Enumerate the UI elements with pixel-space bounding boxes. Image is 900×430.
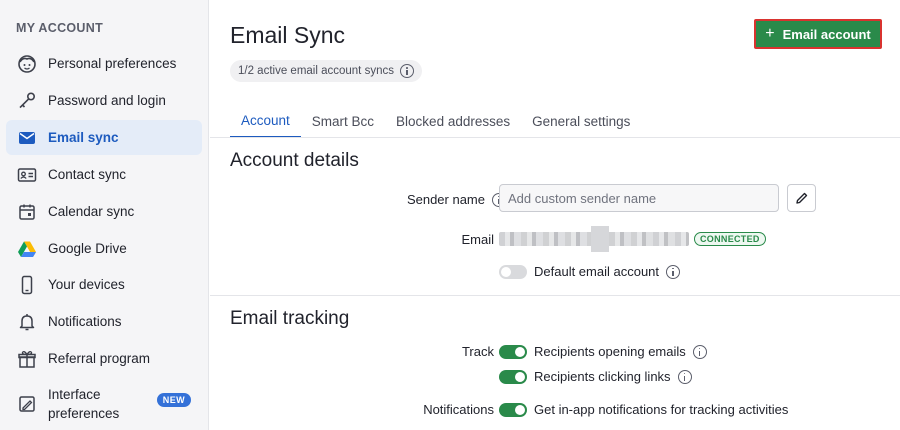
tabs-divider xyxy=(210,137,900,138)
track-opening-label: Recipients opening emails xyxy=(534,344,686,359)
key-icon xyxy=(16,90,38,112)
add-email-account-label: Email account xyxy=(782,26,871,42)
bell-icon xyxy=(16,311,38,333)
main-content: Email Sync 1/2 active email account sync… xyxy=(210,0,900,430)
sidebar-item-notifications[interactable]: Notifications xyxy=(6,304,202,339)
sidebar-item-label: Personal preferences xyxy=(48,56,177,71)
sidebar-item-contact-sync[interactable]: Contact sync xyxy=(6,157,202,192)
sender-name-input[interactable]: Add custom sender name xyxy=(499,184,779,212)
email-address-redacted xyxy=(499,226,689,252)
default-email-account-toggle[interactable] xyxy=(499,265,527,279)
email-tracking-title: Email tracking xyxy=(230,308,350,329)
default-email-account-row: Default email account xyxy=(534,264,681,279)
sidebar-item-label: Email sync xyxy=(48,130,119,145)
sidebar-heading: MY ACCOUNT xyxy=(16,21,104,35)
tab-blocked-addresses[interactable]: Blocked addresses xyxy=(385,104,521,138)
sidebar-item-label: Referral program xyxy=(48,351,151,366)
sidebar-item-label: Your devices xyxy=(48,277,125,292)
info-icon[interactable] xyxy=(692,344,707,359)
edit-sender-name-button[interactable] xyxy=(787,184,816,212)
face-icon xyxy=(16,53,38,75)
sidebar: MY ACCOUNT Personal preferences Password… xyxy=(0,0,209,430)
sender-name-label: Sender name xyxy=(406,192,485,207)
email-label: Email xyxy=(461,232,494,247)
google-drive-icon xyxy=(16,238,38,260)
connected-badge: CONNECTED xyxy=(694,232,766,246)
envelope-icon xyxy=(16,127,38,149)
track-opening-toggle[interactable] xyxy=(499,345,527,359)
phone-icon xyxy=(16,274,38,296)
tracking-notifications-label: Get in-app notifications for tracking ac… xyxy=(534,402,789,417)
sidebar-item-label: Notifications xyxy=(48,314,122,329)
new-badge: NEW xyxy=(156,393,191,407)
tracking-notifications-row: Get in-app notifications for tracking ac… xyxy=(534,402,788,417)
track-clicking-row: Recipients clicking links xyxy=(534,369,692,384)
sidebar-item-label: Interface preferences xyxy=(48,387,120,421)
interface-icon xyxy=(16,393,38,415)
info-icon[interactable] xyxy=(399,64,414,78)
page-title: Email Sync xyxy=(230,22,346,48)
track-opening-row: Recipients opening emails xyxy=(534,344,707,359)
default-email-account-label: Default email account xyxy=(534,264,660,279)
plus-icon: + xyxy=(765,25,775,42)
tab-general-settings[interactable]: General settings xyxy=(521,104,641,138)
notifications-label: Notifications xyxy=(423,402,494,417)
sender-name-row-label: Sender name xyxy=(406,192,506,207)
sidebar-item-referral-program[interactable]: Referral program xyxy=(6,341,202,376)
sidebar-item-label: Calendar sync xyxy=(48,204,135,219)
track-clicking-label: Recipients clicking links xyxy=(534,369,671,384)
sidebar-item-your-devices[interactable]: Your devices xyxy=(6,267,202,302)
sync-status-text: 1/2 active email account syncs xyxy=(238,65,394,77)
sidebar-item-personal-preferences[interactable]: Personal preferences xyxy=(6,46,202,81)
section-divider xyxy=(210,295,900,296)
sidebar-item-google-drive[interactable]: Google Drive xyxy=(6,231,202,266)
sidebar-item-label: Google Drive xyxy=(48,241,127,256)
contact-card-icon xyxy=(16,164,38,186)
track-clicking-toggle[interactable] xyxy=(499,370,527,384)
sidebar-item-interface-preferences[interactable]: Interface preferences NEW xyxy=(6,384,202,424)
pencil-icon xyxy=(795,192,807,204)
sidebar-item-label: Contact sync xyxy=(48,167,127,182)
sidebar-item-password-and-login[interactable]: Password and login xyxy=(6,83,202,118)
tab-account[interactable]: Account xyxy=(230,104,301,138)
info-icon[interactable] xyxy=(666,264,681,279)
tab-bar: Account Smart Bcc Blocked addresses Gene… xyxy=(230,104,641,138)
tracking-notifications-toggle[interactable] xyxy=(499,403,527,417)
sidebar-item-email-sync[interactable]: Email sync xyxy=(6,120,202,155)
sidebar-item-calendar-sync[interactable]: Calendar sync xyxy=(6,194,202,229)
sync-status-chip: 1/2 active email account syncs xyxy=(230,60,422,82)
gift-icon xyxy=(16,348,38,370)
track-label: Track xyxy=(461,344,494,359)
info-icon[interactable] xyxy=(677,369,692,384)
sidebar-item-label: Password and login xyxy=(48,93,166,108)
tab-smart-bcc[interactable]: Smart Bcc xyxy=(301,104,385,138)
calendar-icon xyxy=(16,201,38,223)
account-details-title: Account details xyxy=(230,150,359,171)
add-email-account-button[interactable]: + Email account xyxy=(754,19,882,49)
